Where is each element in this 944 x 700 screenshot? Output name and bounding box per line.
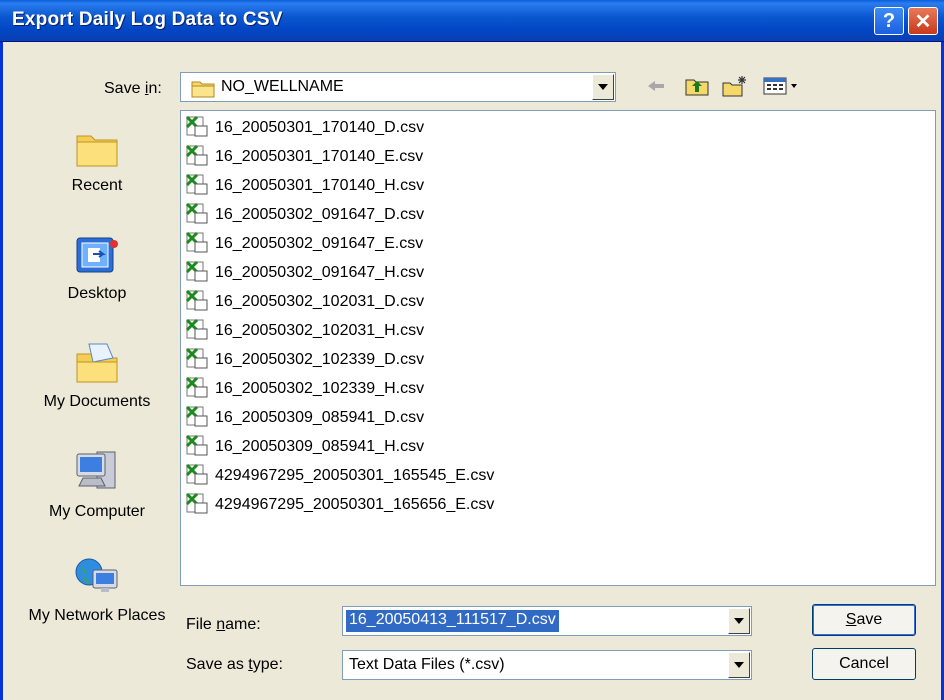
- file-list-item[interactable]: 16_20050309_085941_H.csv: [185, 434, 425, 461]
- up-folder-icon: [685, 76, 709, 101]
- view-menu-icon: [763, 76, 801, 101]
- csv-file-icon: [185, 144, 215, 171]
- place-label: My Documents: [43, 393, 151, 410]
- place-network[interactable]: My Network Places: [22, 556, 172, 626]
- cancel-button-label: Cancel: [839, 655, 889, 672]
- place-my-computer[interactable]: My Computer: [22, 448, 172, 522]
- file-name-label: File name:: [186, 616, 261, 633]
- csv-file-icon: [185, 289, 215, 316]
- help-icon: ?: [882, 9, 896, 32]
- chevron-down-icon[interactable]: [592, 74, 614, 100]
- csv-file-icon: [185, 115, 215, 142]
- file-list-item-name: 16_20050302_102031_D.csv: [215, 293, 425, 310]
- csv-file-icon: [185, 202, 215, 229]
- save-in-combo[interactable]: NO_WELLNAME: [180, 72, 616, 102]
- my-computer-icon: [22, 448, 172, 496]
- chevron-down-icon[interactable]: [728, 652, 750, 678]
- csv-file-icon: [185, 434, 215, 461]
- file-list-item[interactable]: 16_20050302_102031_D.csv: [185, 289, 425, 316]
- file-list-item[interactable]: 16_20050302_102339_H.csv: [185, 376, 425, 403]
- file-list-item[interactable]: 16_20050301_170140_D.csv: [185, 115, 425, 142]
- file-list-item-name: 16_20050302_091647_E.csv: [215, 235, 424, 252]
- file-list-item[interactable]: 16_20050302_091647_E.csv: [185, 231, 424, 258]
- file-list-item[interactable]: 4294967295_20050301_165656_E.csv: [185, 492, 495, 519]
- save-as-type-select[interactable]: Text Data Files (*.csv): [342, 650, 752, 680]
- save-button[interactable]: Save: [812, 604, 916, 636]
- csv-file-icon: [185, 347, 215, 374]
- place-label: My Network Places: [28, 607, 166, 624]
- recent-folder-icon: [22, 126, 172, 170]
- file-list-item-name: 4294967295_20050301_165656_E.csv: [215, 496, 495, 513]
- file-list-item[interactable]: 16_20050309_085941_D.csv: [185, 405, 425, 432]
- file-list-item[interactable]: 4294967295_20050301_165545_E.csv: [185, 463, 495, 490]
- folder-icon: [191, 78, 215, 103]
- up-folder-button[interactable]: [684, 76, 710, 100]
- save-in-label: Save in:: [104, 80, 162, 97]
- save-button-accel: S: [845, 611, 857, 628]
- back-button[interactable]: [644, 76, 668, 100]
- new-folder-button[interactable]: [722, 75, 748, 102]
- window-title: Export Daily Log Data to CSV: [12, 9, 283, 30]
- file-list-item-name: 4294967295_20050301_165545_E.csv: [215, 467, 495, 484]
- file-list-item-name: 16_20050302_091647_D.csv: [215, 206, 425, 223]
- file-list-item-name: 16_20050302_102339_D.csv: [215, 351, 425, 368]
- csv-file-icon: [185, 231, 215, 258]
- csv-file-icon: [185, 260, 215, 287]
- close-icon: ✕: [914, 10, 932, 33]
- csv-file-icon: [185, 173, 215, 200]
- view-menu-button[interactable]: [762, 76, 802, 100]
- save-button-label: ave: [856, 611, 883, 628]
- save-as-type-value: Text Data Files (*.csv): [349, 656, 505, 673]
- help-button[interactable]: ?: [874, 7, 904, 35]
- file-list-item-name: 16_20050301_170140_D.csv: [215, 119, 425, 136]
- place-recent[interactable]: Recent: [22, 126, 172, 196]
- save-as-type-label: Save as type:: [186, 656, 283, 673]
- file-name-input[interactable]: 16_20050413_111517_D.csv: [342, 606, 752, 636]
- file-list-item[interactable]: 16_20050302_102031_H.csv: [185, 318, 425, 345]
- file-list-item-name: 16_20050309_085941_H.csv: [215, 438, 425, 455]
- file-list-item[interactable]: 16_20050302_102339_D.csv: [185, 347, 425, 374]
- file-list-item-name: 16_20050309_085941_D.csv: [215, 409, 425, 426]
- file-name-value[interactable]: 16_20050413_111517_D.csv: [346, 610, 559, 632]
- file-list-item[interactable]: 16_20050301_170140_E.csv: [185, 144, 424, 171]
- file-list-item[interactable]: 16_20050302_091647_H.csv: [185, 260, 425, 287]
- close-button[interactable]: ✕: [908, 7, 938, 35]
- csv-file-icon: [185, 405, 215, 432]
- place-my-documents[interactable]: My Documents: [22, 340, 172, 412]
- csv-file-icon: [185, 463, 215, 490]
- file-list-item-name: 16_20050301_170140_E.csv: [215, 148, 424, 165]
- csv-file-icon: [185, 318, 215, 345]
- place-label: Desktop: [67, 285, 127, 302]
- network-places-icon: [22, 556, 172, 600]
- csv-file-icon: [185, 492, 215, 519]
- save-in-value: NO_WELLNAME: [221, 78, 344, 95]
- file-list-item[interactable]: 16_20050302_091647_D.csv: [185, 202, 425, 229]
- my-documents-icon: [22, 340, 172, 386]
- file-list-item[interactable]: 16_20050301_170140_H.csv: [185, 173, 425, 200]
- file-list-item-name: 16_20050302_102339_H.csv: [215, 380, 425, 397]
- title-bar[interactable]: Export Daily Log Data to CSV ? ✕: [0, 0, 944, 42]
- file-list-item-name: 16_20050301_170140_H.csv: [215, 177, 425, 194]
- place-label: Recent: [71, 177, 123, 194]
- csv-file-icon: [185, 376, 215, 403]
- place-label: My Computer: [48, 503, 146, 520]
- place-desktop[interactable]: Desktop: [22, 232, 172, 304]
- back-arrow-icon: [646, 79, 666, 98]
- cancel-button[interactable]: Cancel: [812, 648, 916, 680]
- chevron-down-icon[interactable]: [728, 608, 750, 634]
- file-list-item-name: 16_20050302_102031_H.csv: [215, 322, 425, 339]
- file-list[interactable]: 16_20050301_170140_D.csv 16_20050301_1701…: [180, 110, 936, 586]
- new-folder-icon: [722, 75, 748, 102]
- file-list-item-name: 16_20050302_091647_H.csv: [215, 264, 425, 281]
- desktop-icon: [22, 232, 172, 278]
